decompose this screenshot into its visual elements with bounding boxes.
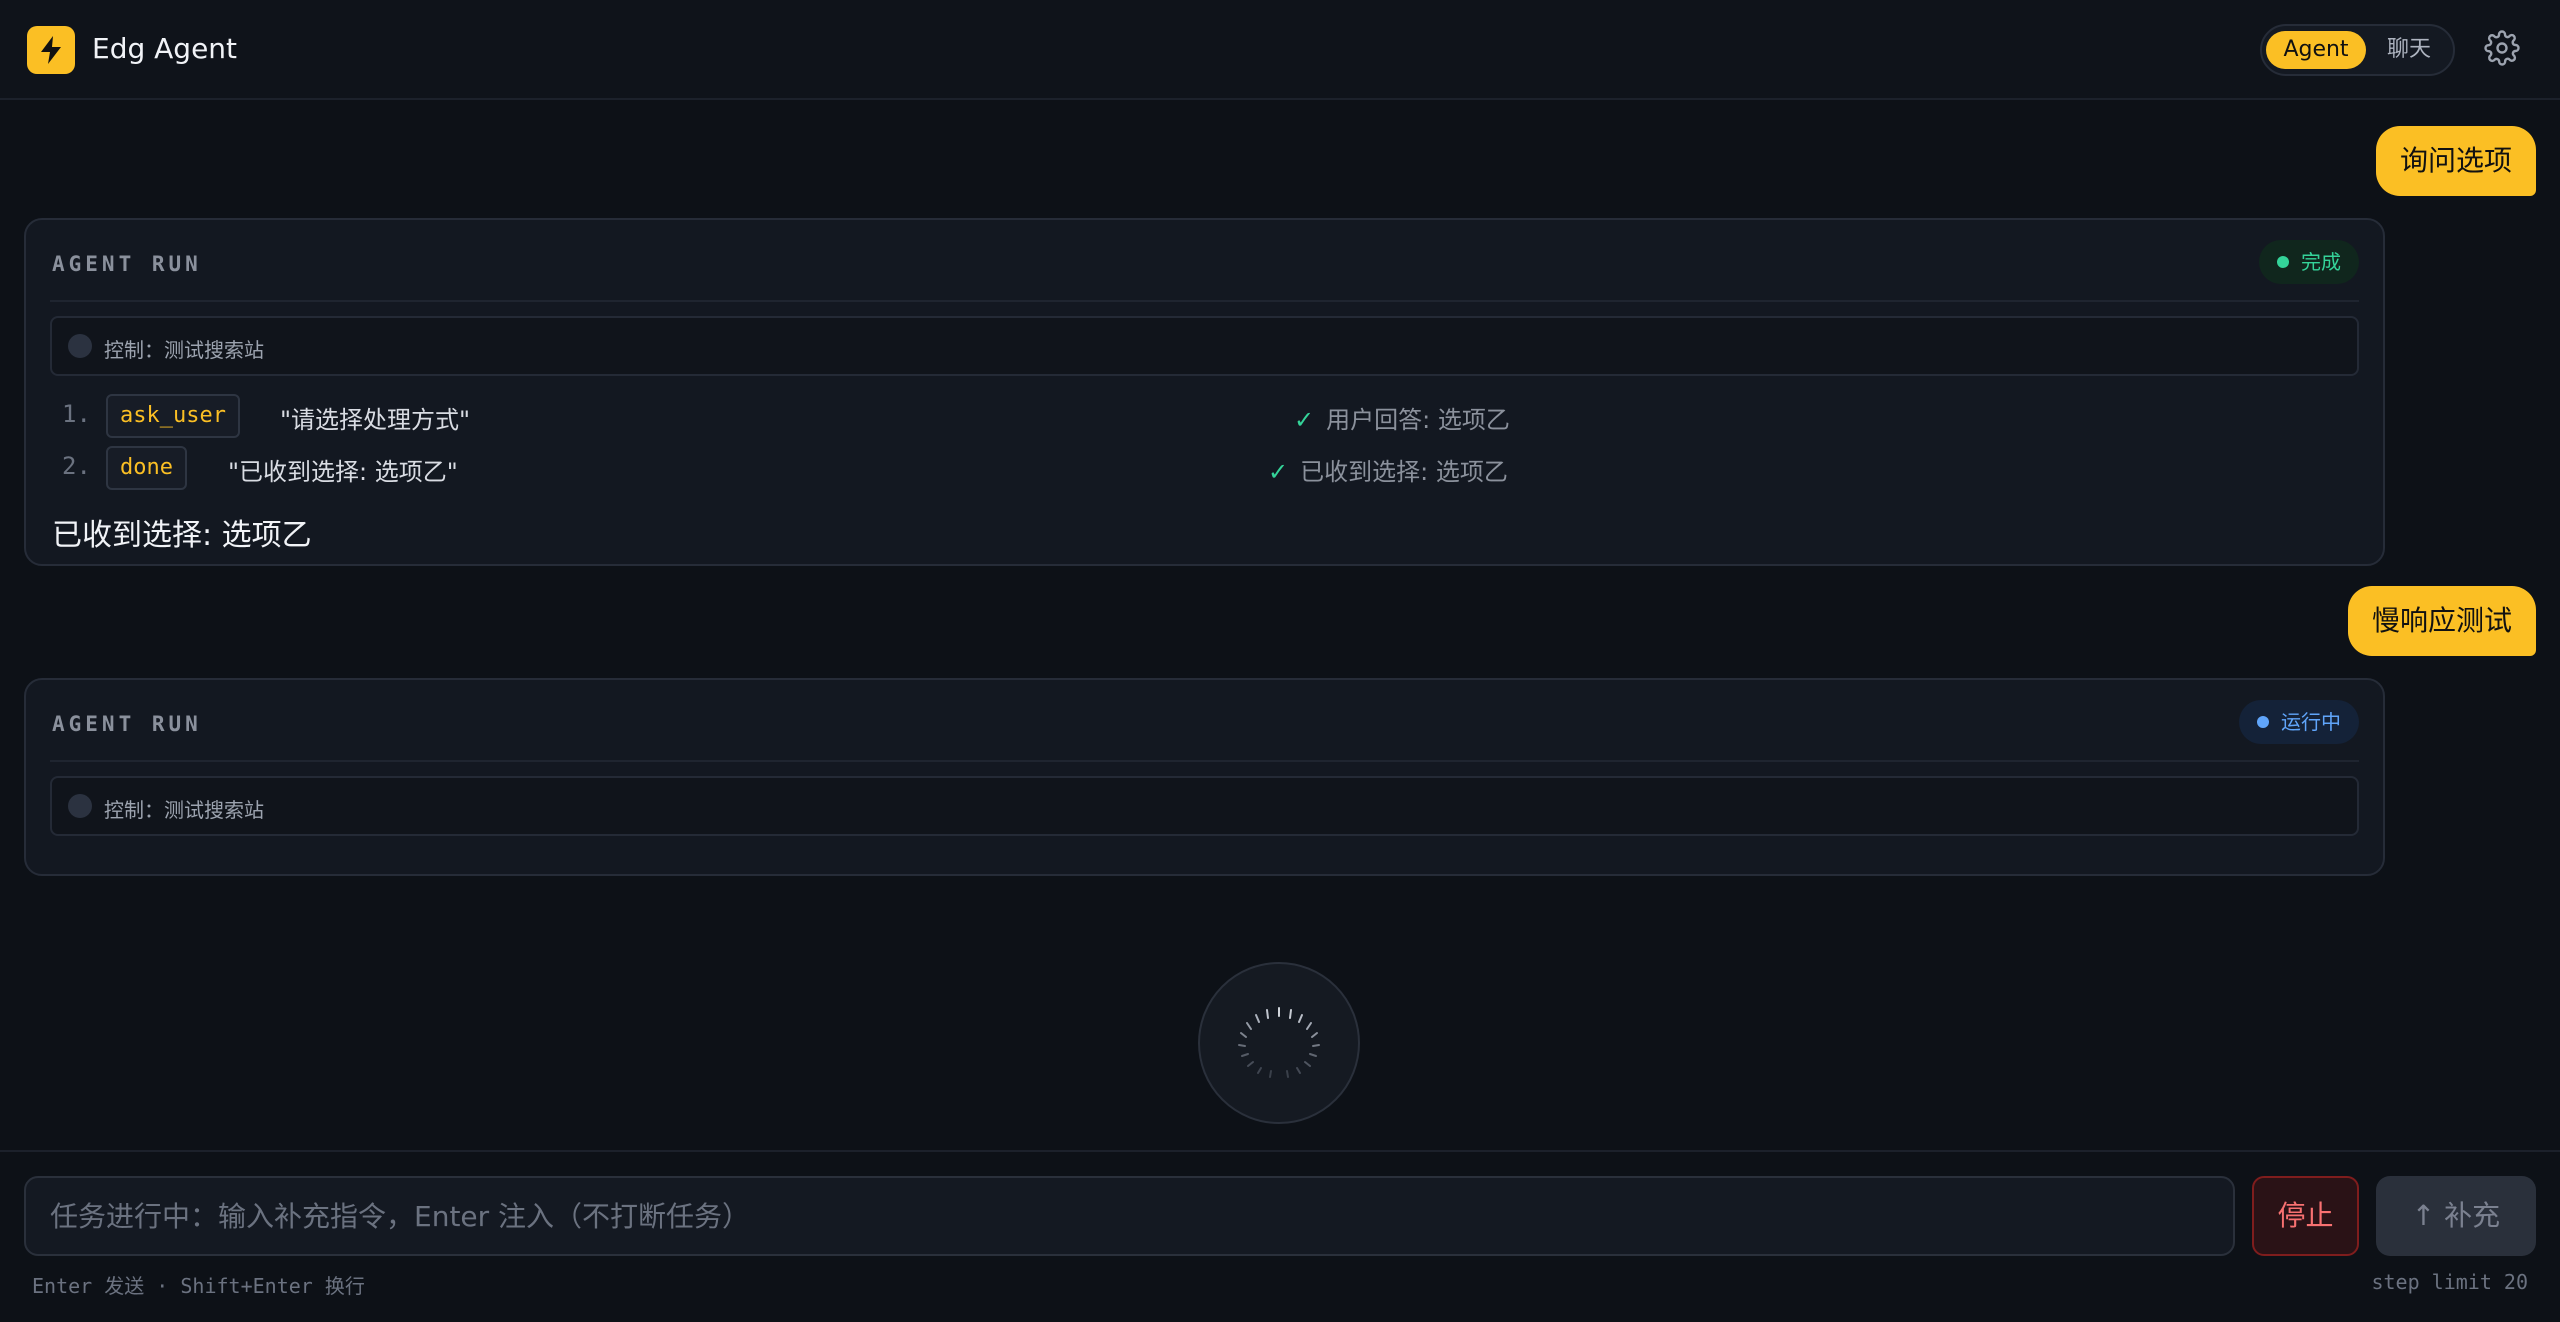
supplement-label: 补充: [2444, 1199, 2501, 1232]
step-number: 2.: [62, 452, 91, 480]
supplement-button[interactable]: ↑ 补充: [2376, 1176, 2536, 1256]
stop-button[interactable]: 停止: [2252, 1176, 2359, 1256]
instruction-input[interactable]: [24, 1176, 2235, 1256]
step-number: 1.: [62, 400, 91, 428]
step-argument: "请选择处理方式": [280, 406, 471, 434]
control-indicator-icon: [68, 334, 92, 358]
control-indicator-icon: [68, 794, 92, 818]
arrow-up-icon: ↑: [2411, 1199, 2436, 1232]
step-argument: "已收到选择: 选项乙": [228, 458, 458, 486]
loading-spinner-icon: [1198, 962, 1360, 1124]
step-result-text: 用户回答: 选项乙: [1326, 406, 1510, 434]
check-icon: ✓: [1268, 458, 1289, 486]
control-target: 控制：测试搜索站: [50, 316, 2359, 376]
check-icon: ✓: [1294, 406, 1315, 434]
step-action: done: [106, 446, 187, 490]
mode-chat-button[interactable]: 聊天: [2374, 31, 2444, 69]
keyboard-hint: Enter 发送 · Shift+Enter 换行: [32, 1274, 365, 1298]
step-item: 2. done "已收到选择: 选项乙" ✓ 已收到选择: 选项乙: [50, 446, 2350, 490]
status-badge: 完成: [2259, 240, 2359, 284]
status-badge: 运行中: [2239, 700, 2359, 744]
status-dot: [2257, 716, 2269, 728]
app-title: Edg Agent: [92, 32, 238, 65]
control-label: 控制：测试搜索站: [104, 798, 264, 822]
status-dot: [2277, 256, 2289, 268]
agent-run-card: AGENT RUN 完成 控制：测试搜索站 1. ask_user "请选择处理…: [24, 218, 2385, 566]
final-answer: 已收到选择: 选项乙: [52, 518, 312, 553]
agent-run-title: AGENT RUN: [52, 712, 202, 736]
gear-icon[interactable]: [2484, 30, 2520, 66]
step-limit-label: step limit 20: [2371, 1270, 2528, 1294]
top-bar: Edg Agent Agent 聊天: [0, 0, 2560, 100]
step-result-text: 已收到选择: 选项乙: [1300, 458, 1508, 486]
user-message: 询问选项: [2375, 126, 2536, 196]
status-label: 完成: [2301, 250, 2341, 274]
step-item: 1. ask_user "请选择处理方式" ✓ 用户回答: 选项乙: [50, 394, 2350, 438]
control-target: 控制：测试搜索站: [50, 776, 2359, 836]
mode-agent-button[interactable]: Agent: [2266, 31, 2366, 69]
lightning-bolt-icon: [27, 26, 75, 74]
control-label: 控制：测试搜索站: [104, 338, 264, 362]
divider: [50, 300, 2359, 302]
mode-toggle: Agent 聊天: [2260, 24, 2455, 76]
step-action: ask_user: [106, 394, 240, 438]
status-label: 运行中: [2281, 710, 2341, 734]
divider: [50, 760, 2359, 762]
agent-run-title: AGENT RUN: [52, 252, 202, 276]
step-result: ✓ 已收到选择: 选项乙: [1268, 452, 1508, 487]
step-result: ✓ 用户回答: 选项乙: [1294, 400, 1510, 435]
agent-run-card: AGENT RUN 运行中 控制：测试搜索站: [24, 678, 2385, 876]
user-message: 慢响应测试: [2347, 586, 2536, 656]
